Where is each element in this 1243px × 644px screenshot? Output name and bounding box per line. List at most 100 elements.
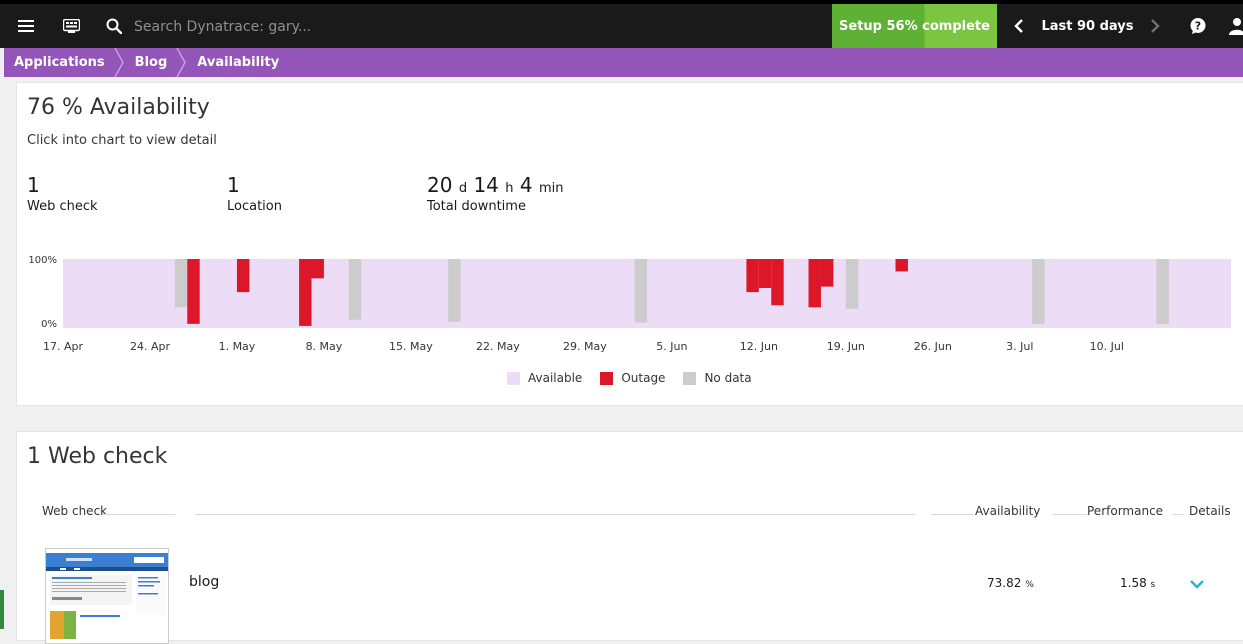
x-tick-label: 12. Jun	[740, 340, 778, 353]
section-title: 1 Web check	[27, 444, 168, 469]
kpi-label: Web check	[27, 199, 98, 214]
expand-details-button[interactable]	[1185, 572, 1209, 596]
timeframe-selector[interactable]: Last 90 days	[1040, 4, 1135, 48]
downtime-minutes: 4	[519, 173, 533, 197]
search-icon[interactable]	[102, 4, 126, 48]
legend-label: No data	[704, 371, 752, 385]
nodata-bar	[845, 259, 859, 309]
x-tick-label: 19. Jun	[827, 340, 865, 353]
page-title: 76 % Availability	[27, 95, 210, 120]
column-divider	[1053, 514, 1087, 515]
webcheck-panel: 1 Web check Web check Availability Perfo…	[16, 431, 1243, 644]
user-icon[interactable]	[1226, 4, 1243, 48]
legend-item-nodata[interactable]: No data	[683, 371, 752, 385]
availability-unit: %	[1025, 580, 1034, 590]
nodata-bar	[634, 259, 647, 323]
column-divider	[195, 514, 915, 515]
column-header-details: Details	[1189, 504, 1231, 518]
x-tick-label: 10. Jul	[1090, 340, 1124, 353]
availability-panel: 76 % Availability Click into chart to vi…	[16, 82, 1243, 406]
chevron-left-icon[interactable]	[1004, 4, 1034, 48]
menu-icon[interactable]	[12, 4, 40, 48]
outage-bar	[808, 259, 821, 308]
window-edge	[0, 590, 4, 629]
x-tick-label: 1. May	[219, 340, 256, 353]
kpi-value: 1	[27, 173, 40, 197]
x-tick-label: 3. Jul	[1006, 340, 1033, 353]
breadcrumb-applications[interactable]: Applications	[4, 48, 124, 77]
nodata-bar	[348, 259, 362, 320]
performance-unit: s	[1150, 580, 1156, 590]
setup-progress-button[interactable]: Setup 56% complete	[832, 4, 997, 48]
legend-item-available[interactable]: Available	[507, 371, 582, 385]
breadcrumb: Applications Blog Availability	[4, 48, 1243, 77]
outage-bar	[187, 259, 200, 324]
column-header-webcheck[interactable]: Web check	[42, 504, 107, 518]
nodata-bar	[1156, 259, 1169, 324]
legend-item-outage[interactable]: Outage	[600, 371, 665, 385]
downtime-days: 20	[427, 173, 453, 197]
column-header-availability[interactable]: Availability	[975, 504, 1040, 518]
availability-chart[interactable]: 100% 0% 17. Apr 24. Apr 1. May 8. May 15. May 2…	[17, 251, 1243, 361]
outage-bar	[771, 259, 784, 306]
x-tick-label: 17. Apr	[43, 340, 83, 353]
performance-value: 1.58	[1120, 576, 1147, 590]
breadcrumb-label: Availability	[197, 55, 280, 70]
downtime-hours: 14	[473, 173, 499, 197]
downtime-hours-unit: h	[505, 181, 514, 196]
downtime-minutes-unit: min	[538, 181, 564, 196]
breadcrumb-label: Blog	[134, 55, 168, 70]
webcheck-performance: 1.58 s	[1120, 576, 1155, 590]
column-header-performance[interactable]: Performance	[1087, 504, 1163, 518]
legend-swatch-outage	[600, 371, 614, 385]
x-tick-label: 8. May	[306, 340, 343, 353]
x-tick-label: 5. Jun	[656, 340, 687, 353]
webcheck-name[interactable]: blog	[189, 574, 219, 590]
outage-bar	[236, 259, 250, 293]
x-tick-label: 29. May	[563, 340, 607, 353]
x-tick-label: 22. May	[476, 340, 520, 353]
setup-progress-label: Setup 56% complete	[839, 18, 990, 34]
breadcrumb-availability: Availability	[181, 48, 293, 77]
chevron-down-icon	[1190, 580, 1204, 589]
dashboard-icon[interactable]	[58, 4, 84, 48]
outage-bar	[820, 259, 834, 287]
nodata-bar	[448, 259, 461, 322]
column-divider	[1173, 514, 1183, 515]
svg-text:?: ?	[1195, 20, 1201, 33]
column-divider	[931, 514, 973, 515]
x-tick-label: 24. Apr	[130, 340, 170, 353]
legend-label: Outage	[621, 371, 666, 385]
kpi-label: Location	[227, 199, 282, 214]
legend-label: Available	[528, 371, 583, 385]
y-tick-label: 0%	[41, 319, 57, 330]
breadcrumb-label: Applications	[14, 55, 105, 70]
x-tick-label: 15. May	[389, 340, 433, 353]
webcheck-screenshot-thumbnail[interactable]	[45, 548, 169, 644]
kpi-label: Total downtime	[427, 199, 526, 214]
legend-swatch-nodata	[683, 371, 697, 385]
legend-swatch-available	[507, 371, 520, 385]
nodata-bar	[174, 259, 188, 308]
timeframe-label: Last 90 days	[1041, 18, 1134, 34]
outage-bar	[311, 259, 324, 279]
y-tick-label: 100%	[28, 255, 57, 266]
kpi-webcheck: 1 Web check	[27, 173, 98, 214]
outage-bar	[746, 259, 759, 293]
kpi-location: 1 Location	[227, 173, 282, 214]
kpi-downtime: 20 d 14 h 4 min Total downtime	[427, 173, 563, 214]
search-input[interactable]	[134, 14, 534, 40]
kpi-value: 20 d 14 h 4 min	[427, 173, 563, 197]
nodata-bar	[1032, 259, 1045, 324]
chart-hint: Click into chart to view detail	[27, 133, 217, 148]
help-chat-icon[interactable]: ?	[1184, 4, 1212, 48]
breadcrumb-blog[interactable]: Blog	[119, 48, 187, 77]
outage-bar	[895, 259, 908, 272]
chart-legend: Available Outage No data	[507, 371, 752, 385]
top-bar: Setup 56% complete Last 90 days ?	[0, 0, 1243, 48]
chevron-right-icon[interactable]	[1140, 4, 1170, 48]
x-tick-label: 26. Jun	[914, 340, 952, 353]
outage-bar	[299, 259, 312, 326]
webcheck-availability: 73.82 %	[987, 576, 1034, 590]
column-divider	[103, 514, 175, 515]
